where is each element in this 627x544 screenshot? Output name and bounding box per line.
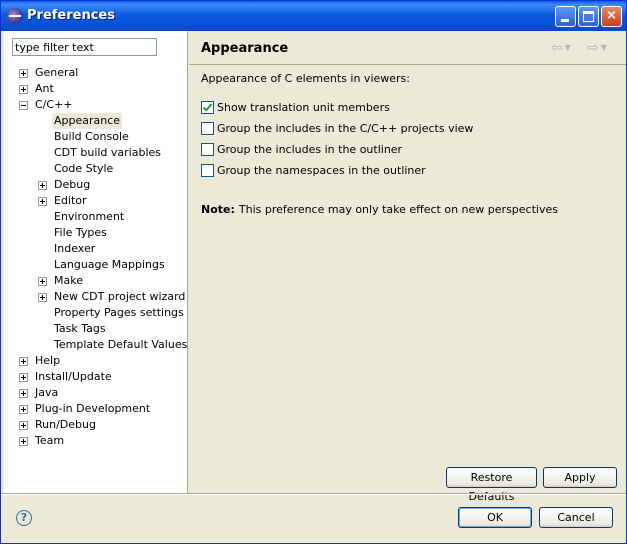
expand-icon[interactable] bbox=[19, 85, 28, 94]
apply-button[interactable]: Apply bbox=[543, 467, 617, 488]
expand-icon[interactable] bbox=[38, 277, 47, 286]
maximize-button[interactable] bbox=[578, 6, 599, 27]
minimize-button[interactable] bbox=[555, 6, 576, 27]
expand-icon[interactable] bbox=[19, 437, 28, 446]
forward-arrow-icon: ⇨ bbox=[587, 40, 599, 56]
checkbox-icon[interactable] bbox=[201, 164, 214, 177]
page-header: Appearance ⇦ ▼ ⇨ ▼ bbox=[189, 31, 626, 65]
expand-icon[interactable] bbox=[38, 181, 47, 190]
expand-icon[interactable] bbox=[19, 69, 28, 78]
expand-icon[interactable] bbox=[38, 197, 47, 206]
note-text: Note: This preference may only take effec… bbox=[201, 203, 558, 216]
expand-icon[interactable] bbox=[38, 293, 47, 302]
forward-button[interactable]: ⇨ ▼ bbox=[587, 40, 607, 56]
filter-input[interactable] bbox=[12, 38, 157, 56]
close-button[interactable]: × bbox=[601, 6, 622, 27]
back-arrow-icon: ⇦ bbox=[551, 40, 563, 56]
expand-icon[interactable] bbox=[19, 357, 28, 366]
preference-tree-pane: General Ant C/C++ Appearance Build Conso… bbox=[4, 31, 188, 493]
collapse-icon[interactable] bbox=[19, 101, 28, 110]
expand-icon[interactable] bbox=[19, 389, 28, 398]
checkbox-icon[interactable] bbox=[201, 122, 214, 135]
maximize-icon bbox=[583, 11, 594, 22]
checkbox-icon[interactable] bbox=[201, 143, 214, 156]
checkbox-checked-icon[interactable] bbox=[201, 101, 214, 114]
expand-icon[interactable] bbox=[19, 373, 28, 382]
page-description: Appearance of C elements in viewers: bbox=[201, 72, 410, 85]
dropdown-icon: ▼ bbox=[600, 43, 607, 52]
preference-page: Appearance ⇦ ▼ ⇨ ▼ Appearance of C element… bbox=[189, 31, 626, 503]
note-label: Note: bbox=[201, 203, 235, 216]
ok-button[interactable]: OK bbox=[458, 507, 532, 528]
dialog-separator bbox=[1, 493, 626, 495]
help-icon[interactable]: ? bbox=[16, 510, 32, 526]
minimize-icon bbox=[561, 19, 569, 22]
restore-defaults-button[interactable]: Restore Defaults bbox=[446, 467, 537, 503]
dropdown-icon: ▼ bbox=[564, 43, 571, 52]
window-title: Preferences bbox=[27, 8, 115, 23]
expand-icon[interactable] bbox=[19, 405, 28, 414]
back-button[interactable]: ⇦ ▼ bbox=[551, 40, 571, 56]
close-icon: × bbox=[606, 8, 617, 23]
page-title: Appearance bbox=[201, 41, 289, 56]
preferences-window: Preferences × General Ant C/C++ Appearan… bbox=[0, 0, 627, 544]
title-bar[interactable]: Preferences × bbox=[1, 1, 626, 31]
eclipse-icon bbox=[7, 8, 23, 24]
expand-icon[interactable] bbox=[19, 421, 28, 430]
cancel-button[interactable]: Cancel bbox=[539, 507, 613, 528]
